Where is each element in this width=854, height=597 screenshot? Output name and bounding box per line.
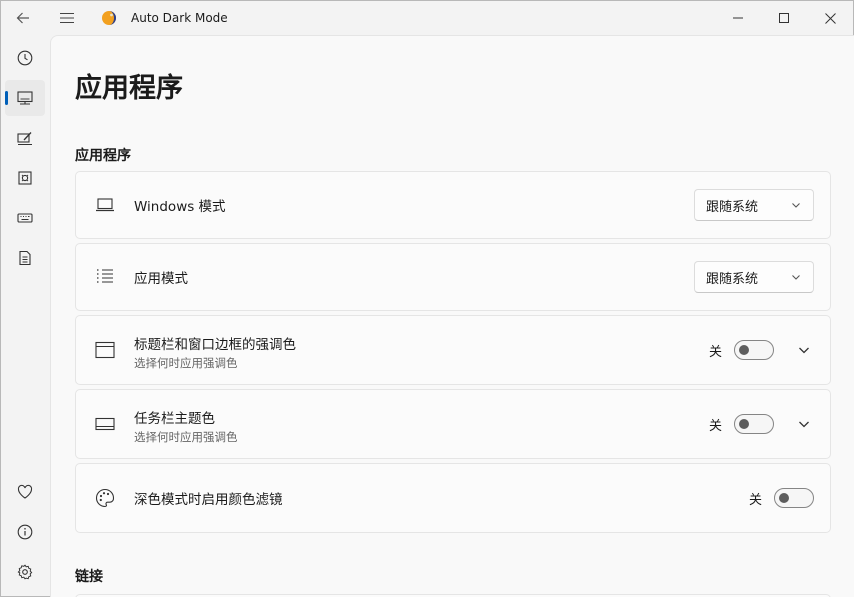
hamburger-icon: [60, 12, 74, 24]
app-mode-dropdown[interactable]: 跟随系统: [694, 261, 814, 293]
nav-item-settings[interactable]: [5, 554, 45, 590]
titlebar-accent-label: 标题栏和窗口边框的强调色: [134, 337, 296, 353]
nav-item-donate[interactable]: [5, 474, 45, 510]
chevron-down-icon: [792, 203, 800, 208]
heart-icon: [17, 484, 33, 499]
gear-icon: [17, 564, 33, 580]
laptop-icon: [94, 194, 116, 216]
personalize-icon: [17, 132, 32, 145]
setting-card-color-filter: 深色模式时启用颜色滤镜 关: [75, 463, 831, 533]
taskbar-accent-description: 选择何时应用强调色: [134, 430, 238, 444]
nav-item-apps[interactable]: [5, 80, 45, 116]
windows-mode-value: 跟随系统: [706, 199, 759, 215]
keyboard-icon: [17, 213, 33, 223]
minimize-icon: [733, 17, 743, 19]
titlebar-accent-state: 关: [708, 344, 722, 360]
nav-item-scripts[interactable]: [5, 160, 45, 196]
app-icon: [102, 11, 116, 25]
monitor-icon: [17, 91, 33, 105]
window-icon: [94, 339, 116, 361]
palette-icon: [94, 487, 116, 509]
color-filter-toggle[interactable]: [774, 488, 814, 508]
titlebar-accent-description: 选择何时应用强调色: [134, 356, 238, 370]
taskbar-accent-expand-button[interactable]: [796, 416, 812, 432]
document-icon: [19, 250, 31, 266]
titlebar-accent-expand-button[interactable]: [796, 342, 812, 358]
title-bar: Auto Dark Mode: [1, 1, 853, 35]
close-button[interactable]: [807, 1, 853, 35]
taskbar-accent-toggle[interactable]: [734, 414, 774, 434]
chevron-down-icon: [799, 421, 809, 428]
maximize-button[interactable]: [761, 1, 807, 35]
color-filter-label: 深色模式时启用颜色滤镜: [134, 492, 283, 508]
setting-card-taskbar-accent[interactable]: 任务栏主题色 选择何时应用强调色 关: [75, 389, 831, 459]
titlebar-accent-toggle[interactable]: [734, 340, 774, 360]
info-icon: [17, 524, 33, 540]
navigation-rail: [1, 35, 49, 597]
nav-item-hotkeys[interactable]: [5, 200, 45, 236]
taskbar-accent-label: 任务栏主题色: [134, 411, 215, 427]
setting-card-titlebar-accent[interactable]: 标题栏和窗口边框的强调色 选择何时应用强调色 关: [75, 315, 831, 385]
app-mode-label: 应用模式: [134, 271, 188, 287]
script-icon: [18, 171, 32, 185]
section-header-links: 链接: [75, 569, 103, 585]
app-mode-value: 跟随系统: [706, 271, 759, 287]
back-icon: [16, 12, 29, 24]
chevron-down-icon: [792, 275, 800, 280]
section-header-apps: 应用程序: [75, 148, 131, 164]
window-title: Auto Dark Mode: [131, 11, 228, 25]
taskbar-accent-state: 关: [708, 418, 722, 434]
maximize-icon: [779, 13, 789, 23]
nav-item-logs[interactable]: [5, 240, 45, 276]
nav-item-time[interactable]: [5, 40, 45, 76]
setting-card-windows-mode: Windows 模式 跟随系统: [75, 171, 831, 239]
close-icon: [824, 12, 836, 24]
nav-item-personalization[interactable]: [5, 120, 45, 156]
nav-item-about[interactable]: [5, 514, 45, 550]
color-filter-state: 关: [748, 492, 762, 508]
list-icon: [94, 266, 116, 288]
back-button[interactable]: [1, 1, 45, 35]
page-title: 应用程序: [75, 73, 183, 104]
taskbar-icon: [94, 413, 116, 435]
content-pane: 应用程序 应用程序 Windows 模式 跟随系统 应用模式 跟随系统 标题栏和…: [50, 35, 854, 597]
chevron-down-icon: [799, 347, 809, 354]
windows-mode-dropdown[interactable]: 跟随系统: [694, 189, 814, 221]
minimize-button[interactable]: [715, 1, 761, 35]
menu-button[interactable]: [45, 1, 89, 35]
clock-icon: [17, 50, 33, 66]
setting-card-app-mode: 应用模式 跟随系统: [75, 243, 831, 311]
windows-mode-label: Windows 模式: [134, 199, 226, 215]
